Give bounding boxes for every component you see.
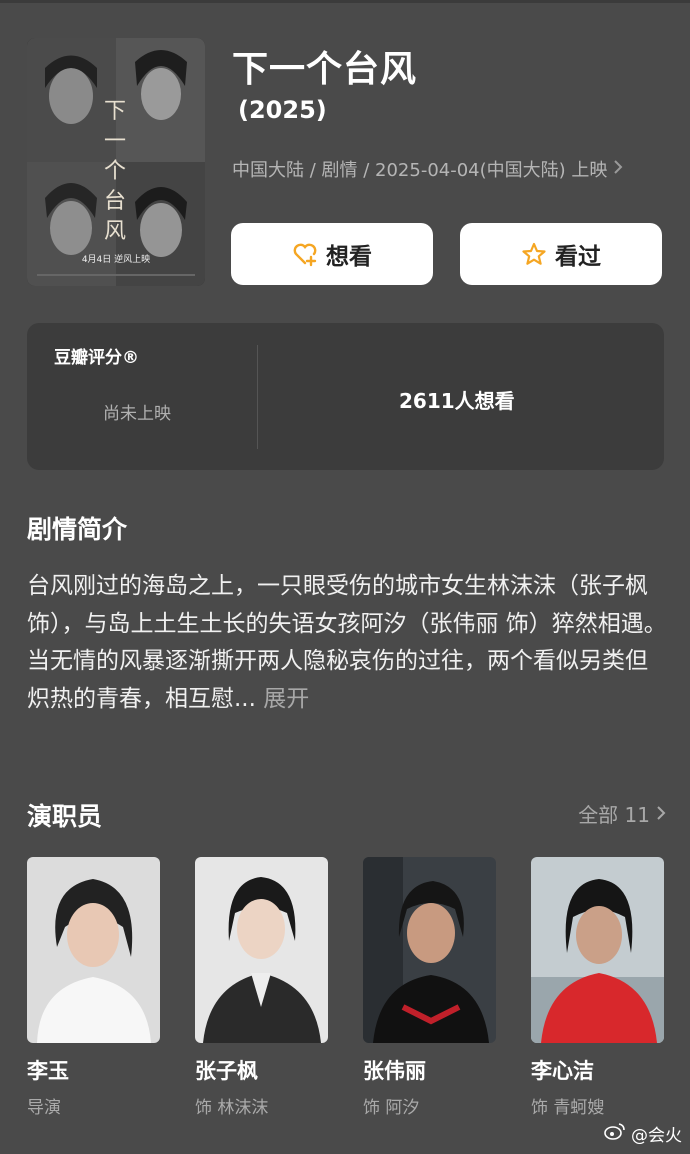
chevron-right-icon [613, 159, 623, 180]
top-divider [0, 0, 690, 3]
svg-text:4月4日 逆风上映: 4月4日 逆风上映 [82, 253, 150, 265]
movie-meta-text: 中国大陆 / 剧情 / 2025-04-04(中国大陆) 上映 [232, 160, 608, 181]
svg-text:风: 风 [104, 219, 126, 244]
seen-label: 看过 [555, 244, 601, 270]
want-label: 想看 [326, 244, 372, 270]
want-to-watch-button[interactable]: 想看 [231, 223, 433, 285]
want-count: 2611人想看 [399, 389, 515, 413]
rating-divider [257, 345, 258, 449]
cast-photo [363, 857, 496, 1043]
cast-all-label: 全部 11 [578, 803, 650, 827]
watched-button[interactable]: 看过 [460, 223, 662, 285]
cast-role: 导演 [27, 1098, 61, 1118]
movie-poster[interactable]: 下 一 个 台 风 4月4日 逆风上映 [27, 38, 205, 286]
svg-text:台: 台 [104, 189, 126, 214]
svg-text:一: 一 [104, 129, 126, 154]
cast-card[interactable]: 李玉 导演 [27, 857, 160, 1118]
heart-plus-icon [292, 241, 318, 267]
synopsis-heading: 剧情简介 [27, 515, 128, 544]
weibo-icon [604, 1122, 626, 1145]
movie-year: (2025) [238, 96, 327, 124]
cast-name: 李心洁 [531, 1059, 594, 1083]
svg-text:个: 个 [104, 159, 126, 184]
movie-title: 下一个台风 [232, 49, 418, 90]
cast-all-link[interactable]: 全部 11 [578, 799, 666, 828]
rating-label: 豆瓣评分® [54, 348, 139, 368]
cast-photo [27, 857, 160, 1043]
cast-name: 张伟丽 [363, 1059, 426, 1083]
synopsis-body: 台风刚过的海岛之上，一只眼受伤的城市女生林沫沫（张子枫 饰），与岛上土生土长的失… [27, 568, 667, 718]
cast-photo [531, 857, 664, 1043]
cast-role: 饰 林沫沫 [195, 1098, 269, 1118]
movie-meta[interactable]: 中国大陆 / 剧情 / 2025-04-04(中国大陆) 上映 [232, 156, 623, 182]
cast-name: 李玉 [27, 1059, 69, 1083]
cast-card[interactable]: 张伟丽 饰 阿汐 [363, 857, 496, 1118]
rating-card: 豆瓣评分® 尚未上映 2611人想看 [27, 323, 664, 470]
rating-status: 尚未上映 [103, 404, 171, 424]
cast-card[interactable]: 李心洁 饰 青蚵嫂 [531, 857, 664, 1118]
cast-role: 饰 青蚵嫂 [531, 1098, 605, 1118]
star-icon [521, 241, 547, 267]
watermark-text: @会火 [631, 1126, 682, 1146]
chevron-right-icon [656, 802, 666, 826]
cast-photo [195, 857, 328, 1043]
svg-text:下: 下 [104, 99, 126, 124]
cast-role: 饰 阿汐 [363, 1098, 420, 1118]
cast-name: 张子枫 [195, 1059, 258, 1083]
cast-heading: 演职员 [27, 802, 103, 831]
cast-card[interactable]: 张子枫 饰 林沫沫 [195, 857, 328, 1118]
synopsis-text: 台风刚过的海岛之上，一只眼受伤的城市女生林沫沫（张子枫 饰），与岛上土生土长的失… [27, 573, 667, 712]
expand-link[interactable]: 展开 [263, 686, 309, 712]
weibo-watermark: @会火 [604, 1121, 682, 1146]
